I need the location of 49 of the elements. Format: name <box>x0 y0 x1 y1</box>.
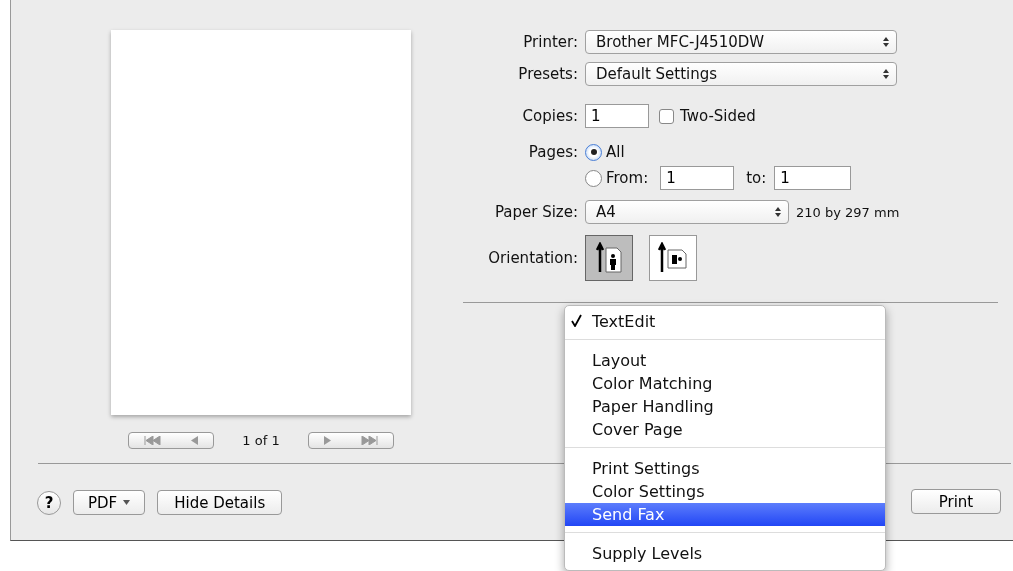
menu-item[interactable]: Paper Handling <box>565 395 885 418</box>
next-icon <box>322 436 332 445</box>
field-label: to: <box>746 169 767 187</box>
menu-item[interactable]: Color Settings <box>565 480 885 503</box>
printer-popup[interactable]: Brother MFC-J4510DW <box>585 30 897 54</box>
menu-item[interactable]: Send Fax <box>565 503 885 526</box>
hide-details-button[interactable]: Hide Details <box>157 490 283 515</box>
checkbox[interactable] <box>659 108 674 124</box>
stepper-arrows-icon <box>882 68 890 80</box>
menu-item[interactable]: TextEdit <box>565 310 885 333</box>
from-page-field[interactable]: 1 <box>660 166 735 190</box>
next-page-button[interactable] <box>307 432 394 449</box>
field-label: Printer: <box>522 33 579 51</box>
checkbox-label: Two-Sided <box>680 107 756 125</box>
checkmark-icon <box>571 314 582 327</box>
paper-dimensions: 210 by 297 mm <box>796 204 900 220</box>
landscape-page-icon <box>658 242 688 274</box>
page-counter: 1 of 1 <box>242 433 280 448</box>
stepper-arrows-icon <box>882 36 890 48</box>
last-page-icon <box>360 436 379 445</box>
stepper-arrows-icon <box>774 206 782 218</box>
menu-item[interactable]: Layout <box>565 349 885 372</box>
field-label: Pages: <box>527 143 579 161</box>
field-label: Orientation: <box>487 249 579 267</box>
previous-page-button[interactable] <box>128 432 215 449</box>
field-label: Presets: <box>517 65 579 83</box>
menu-item[interactable]: Color Matching <box>565 372 885 395</box>
previous-icon <box>190 436 200 445</box>
print-button[interactable]: Print <box>911 489 1001 514</box>
orientation-button[interactable] <box>585 235 633 281</box>
radio-button[interactable] <box>585 169 602 187</box>
first-page-icon <box>143 436 162 445</box>
portrait-page-icon <box>596 242 622 274</box>
help-button[interactable]: ? <box>37 490 61 515</box>
to-page-field[interactable]: 1 <box>774 166 852 190</box>
menu-item[interactable]: Supply Levels <box>565 542 885 565</box>
copies-field[interactable]: 1 <box>585 104 649 128</box>
presets-popup[interactable]: Default Settings <box>585 62 897 86</box>
paper-size-popup[interactable]: A4 <box>585 200 789 224</box>
field-label: Paper Size: <box>493 203 579 221</box>
menu-item[interactable]: Cover Page <box>565 418 885 441</box>
menu-item[interactable]: Print Settings <box>565 457 885 480</box>
orientation-button[interactable] <box>649 235 697 281</box>
radio-label: From: <box>606 169 649 187</box>
pdf-button[interactable]: PDF <box>73 490 146 515</box>
caret-icon <box>123 500 131 505</box>
radio-label: All <box>606 143 625 161</box>
radio-button[interactable] <box>585 143 602 161</box>
field-label: Copies: <box>521 107 579 125</box>
